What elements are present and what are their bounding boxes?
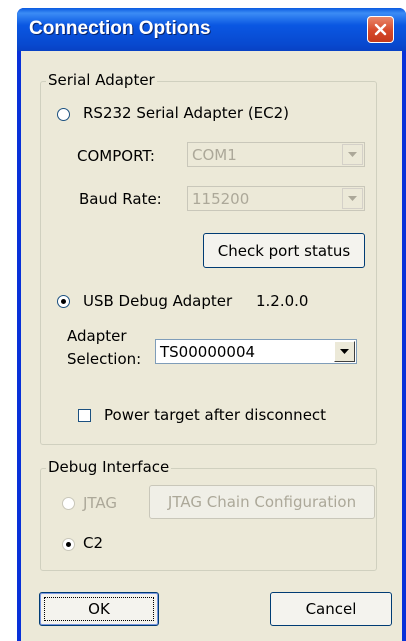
chevron-down-icon <box>348 151 357 157</box>
baud-rate-label: Baud Rate: <box>79 190 162 208</box>
adapter-selection-label-line2: Selection: <box>67 350 142 368</box>
debug-interface-group-title: Debug Interface <box>46 458 172 476</box>
comport-select[interactable]: COM1 <box>187 142 365 167</box>
cancel-button[interactable]: Cancel <box>270 592 392 626</box>
usb-debug-adapter-radio[interactable] <box>57 295 70 308</box>
radio-selected-dot <box>61 299 66 304</box>
focus-rectangle <box>44 597 154 621</box>
close-button[interactable] <box>367 16 394 43</box>
cancel-button-label: Cancel <box>305 600 357 618</box>
c2-label: C2 <box>83 534 104 552</box>
connection-options-dialog: Connection Options Serial Adapter RS232 … <box>17 8 406 641</box>
close-icon <box>374 23 387 36</box>
comport-label: COMPORT: <box>77 147 155 165</box>
check-port-status-button[interactable]: Check port status <box>203 233 365 268</box>
adapter-selection-dropdown-button[interactable] <box>334 341 355 362</box>
power-target-label[interactable]: Power target after disconnect <box>104 406 326 424</box>
usb-adapter-version: 1.2.0.0 <box>256 292 309 310</box>
usb-debug-adapter-label[interactable]: USB Debug Adapter <box>83 292 232 310</box>
baud-rate-value: 115200 <box>192 190 250 208</box>
rs232-radio[interactable] <box>57 108 70 121</box>
rs232-label[interactable]: RS232 Serial Adapter (EC2) <box>83 104 289 122</box>
title-bar[interactable]: Connection Options <box>17 8 406 51</box>
adapter-selection-label-line1: Adapter <box>67 327 127 345</box>
adapter-selection-value: TS00000004 <box>160 343 256 361</box>
debug-interface-group: Debug Interface <box>40 458 377 571</box>
dialog-client-area: Serial Adapter RS232 Serial Adapter (EC2… <box>21 51 402 641</box>
power-target-checkbox[interactable] <box>78 409 91 422</box>
baud-rate-select[interactable]: 115200 <box>187 186 365 211</box>
radio-selected-dot <box>66 542 71 547</box>
baud-rate-dropdown-button[interactable] <box>342 188 363 209</box>
chevron-down-icon <box>340 348 349 354</box>
jtag-chain-configuration-label: JTAG Chain Configuration <box>167 493 357 511</box>
jtag-label: JTAG <box>83 494 118 512</box>
window-title: Connection Options <box>29 18 211 39</box>
comport-dropdown-button[interactable] <box>342 144 363 165</box>
ok-button[interactable]: OK <box>39 592 159 626</box>
comport-value: COM1 <box>192 146 237 164</box>
serial-adapter-group-title: Serial Adapter <box>46 71 157 89</box>
check-port-status-label: Check port status <box>217 241 351 260</box>
jtag-chain-configuration-button[interactable]: JTAG Chain Configuration <box>149 485 375 519</box>
c2-radio[interactable] <box>62 538 75 551</box>
adapter-selection-select[interactable]: TS00000004 <box>155 339 357 364</box>
chevron-down-icon <box>348 195 357 201</box>
jtag-radio[interactable] <box>62 497 75 510</box>
